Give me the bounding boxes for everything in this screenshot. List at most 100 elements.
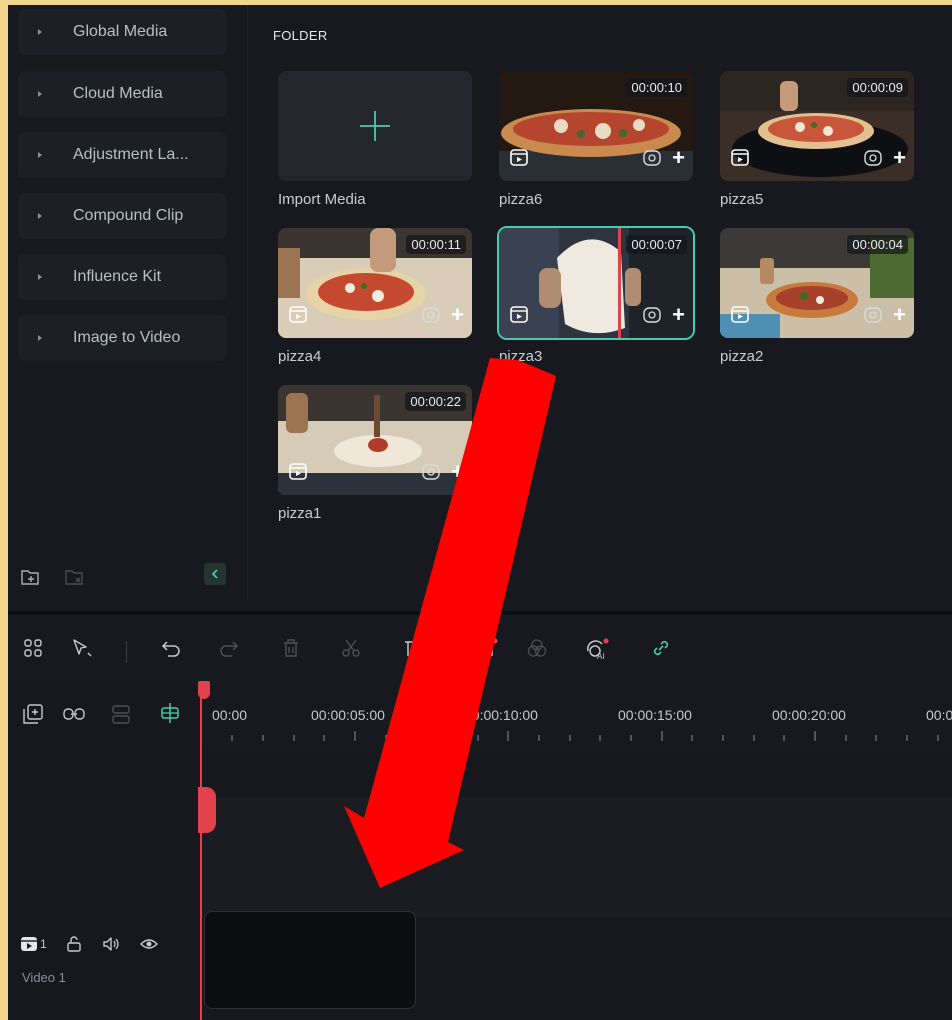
- preview-icon[interactable]: [863, 306, 883, 324]
- link-track-icon[interactable]: [62, 703, 86, 725]
- layout-grid-icon[interactable]: [22, 637, 44, 659]
- clip-type-icon: [731, 149, 749, 166]
- sidebar-item-label: Global Media: [73, 23, 168, 40]
- sidebar-item-label: Adjustment La...: [73, 146, 189, 163]
- add-track-icon[interactable]: [22, 703, 44, 725]
- new-folder-icon[interactable]: [20, 567, 42, 587]
- playhead-line[interactable]: [200, 681, 202, 1020]
- ruler-label: 00:00: [212, 707, 248, 723]
- sidebar-item-label: Influence Kit: [73, 268, 162, 285]
- clip-type-icon: [731, 306, 749, 323]
- clip-name: pizza6: [499, 191, 543, 208]
- ruler-label: 00:00:15:00: [618, 707, 692, 723]
- clip-type-icon: [510, 306, 528, 323]
- ruler-label: 00:00:05:00: [311, 707, 385, 723]
- sidebar-item-influence-kit[interactable]: Influence Kit: [18, 254, 226, 300]
- ruler-ticks: [231, 731, 939, 741]
- expand-arrow-icon: [38, 152, 42, 158]
- track-name: Video 1: [22, 970, 66, 985]
- preview-icon[interactable]: [642, 306, 662, 324]
- redo-icon[interactable]: [218, 637, 240, 659]
- sidebar-item-global-media[interactable]: Global Media: [18, 9, 226, 55]
- group-track-icon[interactable]: [110, 703, 132, 725]
- add-to-timeline-icon[interactable]: +: [451, 304, 464, 326]
- svg-text:AI: AI: [597, 652, 605, 661]
- sidebar-footer: [20, 567, 86, 587]
- sidebar-item-compound-clip[interactable]: Compound Clip: [18, 193, 226, 239]
- clip-name: pizza5: [720, 191, 764, 208]
- plus-icon: [360, 111, 390, 141]
- visibility-eye-icon[interactable]: [139, 935, 159, 953]
- clip-type-icon: [289, 306, 307, 323]
- add-to-timeline-icon[interactable]: +: [893, 147, 906, 169]
- video-track-icon: [21, 937, 37, 951]
- clip-type-icon: [289, 463, 307, 480]
- preview-icon[interactable]: [642, 149, 662, 167]
- snap-magnet-icon[interactable]: [158, 701, 182, 725]
- ruler-label: 00:0: [926, 707, 952, 723]
- color-match-icon[interactable]: [526, 637, 548, 659]
- add-to-timeline-icon[interactable]: +: [451, 461, 464, 483]
- import-media-label: Import Media: [278, 191, 366, 208]
- media-clip-pizza4[interactable]: 00:00:11 +: [278, 228, 472, 338]
- ai-audio-icon[interactable]: AI: [584, 637, 610, 661]
- folder-title: FOLDER: [273, 28, 328, 43]
- sidebar-item-image-to-video[interactable]: Image to Video: [18, 315, 226, 361]
- video-track-controls: 1: [20, 935, 159, 953]
- timeline-toolbar: AI: [8, 611, 952, 681]
- media-clip-pizza3[interactable]: 00:00:07 +: [497, 226, 695, 340]
- media-clip-pizza6[interactable]: 00:00:10 +: [499, 71, 693, 181]
- clip-actions: +: [421, 461, 464, 483]
- crop-icon[interactable]: [402, 637, 424, 659]
- timeline-panel: 00:00 00:00:05:00 00:00:10:00 00:00:15:0…: [8, 681, 952, 1020]
- lock-track-icon[interactable]: [65, 935, 83, 953]
- delete-folder-icon[interactable]: [64, 567, 86, 587]
- undo-icon[interactable]: [160, 637, 182, 659]
- clip-duration: 00:00:07: [626, 235, 687, 254]
- sidebar-item-adjustment-layer[interactable]: Adjustment La...: [18, 132, 226, 178]
- timeline-track-area[interactable]: [200, 797, 952, 917]
- preview-icon[interactable]: [421, 463, 441, 481]
- track-type: 1: [20, 935, 47, 953]
- media-library: FOLDER Import Media 00:00:10 + pizza6 00…: [249, 5, 952, 601]
- ruler-label: 00:00:10:00: [464, 707, 538, 723]
- media-clip-pizza1[interactable]: 00:00:22 +: [278, 385, 472, 495]
- clip-actions: +: [642, 304, 685, 326]
- clip-duration: 00:00:04: [847, 235, 908, 254]
- delete-icon[interactable]: [280, 637, 302, 659]
- import-media-button[interactable]: [278, 71, 472, 181]
- text-overlay-icon[interactable]: [476, 637, 498, 659]
- expand-arrow-icon: [38, 29, 42, 35]
- add-to-timeline-icon[interactable]: +: [672, 304, 685, 326]
- split-scissors-icon[interactable]: [340, 637, 362, 659]
- sidebar-item-label: Cloud Media: [73, 85, 163, 102]
- expand-arrow-icon: [38, 335, 42, 341]
- add-to-timeline-icon[interactable]: +: [672, 147, 685, 169]
- media-clip-pizza2[interactable]: 00:00:04 +: [720, 228, 914, 338]
- clip-name: pizza2: [720, 348, 764, 365]
- media-clip-pizza5[interactable]: 00:00:09 +: [720, 71, 914, 181]
- select-pointer-icon[interactable]: [70, 637, 94, 659]
- preview-icon[interactable]: [863, 149, 883, 167]
- clip-actions: +: [863, 304, 906, 326]
- playhead-handle[interactable]: [198, 681, 210, 699]
- expand-arrow-icon: [38, 91, 42, 97]
- mute-track-icon[interactable]: [101, 935, 121, 953]
- add-to-timeline-icon[interactable]: +: [893, 304, 906, 326]
- clip-actions: +: [863, 147, 906, 169]
- preview-icon[interactable]: [421, 306, 441, 324]
- clip-actions: +: [421, 304, 464, 326]
- clip-duration: 00:00:09: [847, 78, 908, 97]
- clip-name: pizza3: [499, 348, 543, 365]
- sidebar-item-cloud-media[interactable]: Cloud Media: [18, 71, 226, 117]
- timeline-drop-target[interactable]: [204, 911, 416, 1009]
- link-icon[interactable]: [650, 637, 672, 659]
- collapse-sidebar-button[interactable]: [204, 563, 226, 585]
- playhead-marker: [198, 787, 216, 833]
- ruler-label: 00:00:20:00: [772, 707, 846, 723]
- clip-duration: 00:00:22: [405, 392, 466, 411]
- timeline-ruler[interactable]: 00:00 00:00:05:00 00:00:10:00 00:00:15:0…: [200, 681, 952, 751]
- expand-arrow-icon: [38, 274, 42, 280]
- chevron-left-icon: [211, 569, 218, 579]
- sidebar-item-label: Compound Clip: [73, 207, 184, 224]
